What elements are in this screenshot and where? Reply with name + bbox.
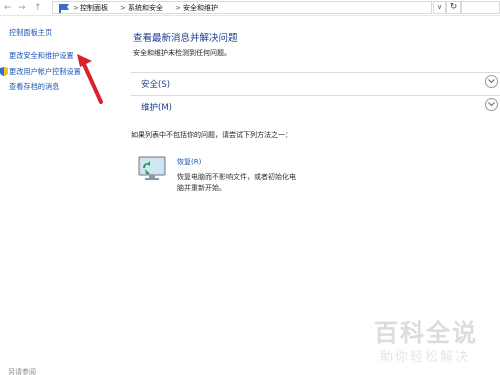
left-nav-control-panel-home[interactable]: 控制面板主页 [9, 28, 52, 38]
status-message: 安全和维护未检测到任何问题。 [133, 49, 231, 57]
breadcrumb-separator: > [120, 4, 126, 12]
left-nav-change-security-settings[interactable]: 更改安全和维护设置 [9, 51, 74, 61]
up-button[interactable]: ↑ [34, 2, 42, 14]
left-nav-view-archived-messages[interactable]: 查看存档的消息 [9, 82, 59, 92]
uac-shield-icon [0, 67, 8, 76]
not-found-hint: 如果列表中不包括你的问题，请尝试下列方法之一： [131, 131, 292, 139]
breadcrumb-system-security[interactable]: 系统和安全 [128, 3, 163, 13]
see-also-heading: 另请参阅 [8, 368, 36, 375]
page-title: 查看最新消息并解决问题 [133, 33, 238, 44]
watermark-logo-text: 百科全说 [374, 319, 478, 347]
watermark-slogan: 助你轻松解决 [380, 350, 471, 365]
security-section[interactable]: 安全(S) [131, 72, 500, 91]
expand-security-chevron-down-icon[interactable] [485, 75, 498, 88]
security-section-label: 安全(S) [141, 80, 171, 90]
breadcrumb-control-panel[interactable]: 控制面板 [80, 3, 108, 13]
control-panel-icon [59, 4, 69, 13]
breadcrumb[interactable]: > 控制面板 > 系统和安全 > 安全和维护 [52, 1, 432, 14]
breadcrumb-separator: > [175, 4, 181, 12]
expand-maintenance-chevron-down-icon[interactable] [485, 98, 498, 111]
left-nav-change-uac-settings[interactable]: 更改用户帐户控制设置 [9, 67, 81, 77]
forward-button[interactable]: → [18, 2, 26, 14]
red-arrow-annotation [77, 54, 103, 104]
breadcrumb-security-maintenance[interactable]: 安全和维护 [183, 3, 218, 13]
maintenance-section[interactable]: 维护(M) [131, 95, 500, 114]
breadcrumb-separator: > [73, 4, 79, 12]
search-input[interactable] [461, 1, 500, 14]
maintenance-section-label: 维护(M) [141, 103, 172, 113]
refresh-button[interactable]: ↻ [446, 1, 461, 14]
address-dropdown-button[interactable]: ∨ [433, 1, 446, 14]
recovery-monitor-icon [138, 156, 166, 180]
back-button[interactable]: ← [4, 2, 12, 14]
address-bar: ← → ↑ > 控制面板 > 系统和安全 > 安全和维护 ∨ ↻ [0, 0, 500, 16]
recovery-link[interactable]: 恢复(R) [177, 157, 201, 167]
recovery-description: 恢复电脑而不影响文件，或者初始化电脑并重新开始。 [177, 173, 296, 192]
